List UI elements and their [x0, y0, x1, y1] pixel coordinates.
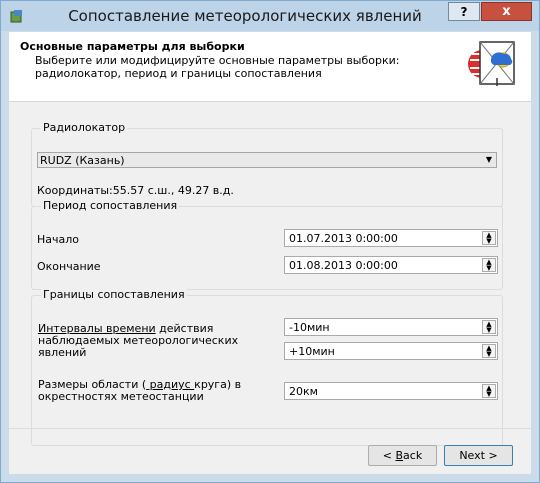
- spin-updown-icon[interactable]: ▲ ▼: [482, 344, 496, 358]
- spin-updown-icon[interactable]: ▲ ▼: [482, 384, 496, 398]
- start-datetime-input[interactable]: 01.07.2013 0:00:00 ▲ ▼: [284, 229, 498, 247]
- bounds-group-label: Границы сопоставления: [41, 288, 187, 301]
- app-icon: [10, 10, 22, 23]
- area-label-line2: окрестностях метеостанции: [38, 390, 204, 403]
- start-datetime-value: 01.07.2013 0:00:00: [289, 232, 398, 245]
- area-radius-value: 20км: [289, 385, 318, 398]
- header-description-line1: Выберите или модифицируйте основные пара…: [35, 54, 400, 67]
- radar-group-label: Радиолокатор: [41, 121, 128, 134]
- client-area: Основные параметры для выборки Выберите …: [9, 32, 531, 474]
- start-label: Начало: [37, 233, 80, 246]
- wizard-header: Основные параметры для выборки Выберите …: [9, 32, 531, 102]
- area-radius-input[interactable]: 20км ▲ ▼: [284, 382, 498, 400]
- header-description-line2: радиолокатор, период и границы сопоставл…: [35, 67, 322, 80]
- title-bar[interactable]: Сопоставление метеорологических явлений …: [1, 1, 539, 31]
- back-button-prefix: <: [382, 449, 396, 462]
- footer-divider: [9, 428, 531, 429]
- period-group: Период сопоставления Начало 01.07.2013 0…: [31, 199, 503, 290]
- radar-group: Радиолокатор RUDZ (Казань) ▼ Координаты:…: [31, 121, 503, 207]
- interval-to-value: +10мин: [289, 345, 335, 358]
- radar-select-value: RUDZ (Казань): [40, 154, 125, 167]
- end-label: Окончание: [37, 260, 101, 273]
- dropdown-arrow-icon[interactable]: ▼: [486, 153, 492, 167]
- radar-select[interactable]: RUDZ (Казань) ▼: [37, 152, 497, 168]
- close-button[interactable]: x: [481, 2, 532, 21]
- end-datetime-input[interactable]: 01.08.2013 0:00:00 ▲ ▼: [284, 256, 498, 274]
- spin-updown-icon[interactable]: ▲ ▼: [482, 258, 496, 272]
- weather-station-icon: [468, 41, 515, 86]
- back-button[interactable]: < Back: [368, 445, 437, 466]
- next-button[interactable]: Next >: [444, 445, 513, 466]
- interval-to-input[interactable]: +10мин ▲ ▼: [284, 342, 498, 360]
- interval-from-input[interactable]: -10мин ▲ ▼: [284, 318, 498, 336]
- back-button-rest: ack: [403, 449, 423, 462]
- help-button[interactable]: ?: [448, 2, 480, 21]
- back-button-accel: B: [395, 449, 404, 462]
- window-title: Сопоставление метеорологических явлений: [68, 7, 422, 25]
- end-datetime-value: 01.08.2013 0:00:00: [289, 259, 398, 272]
- spin-updown-icon[interactable]: ▲ ▼: [482, 320, 496, 334]
- interval-from-value: -10мин: [289, 321, 330, 334]
- interval-label: Интервалы времени действия наблюдаемых м…: [38, 323, 268, 359]
- radar-coordinates: Координаты:55.57 с.ш., 49.27 в.д.: [37, 184, 234, 197]
- spin-updown-icon[interactable]: ▲ ▼: [482, 231, 496, 245]
- area-label: Размеры области ( радиус круга) в окрест…: [38, 379, 278, 403]
- bounds-group: Границы сопоставления Интервалы времени …: [31, 288, 503, 446]
- header-title: Основные параметры для выборки: [20, 40, 245, 53]
- header-description: Выберите или модифицируйте основные пара…: [35, 54, 435, 80]
- period-group-label: Период сопоставления: [41, 199, 180, 212]
- dialog-window: Сопоставление метеорологических явлений …: [0, 0, 540, 483]
- interval-label-line3: явлений: [38, 346, 87, 359]
